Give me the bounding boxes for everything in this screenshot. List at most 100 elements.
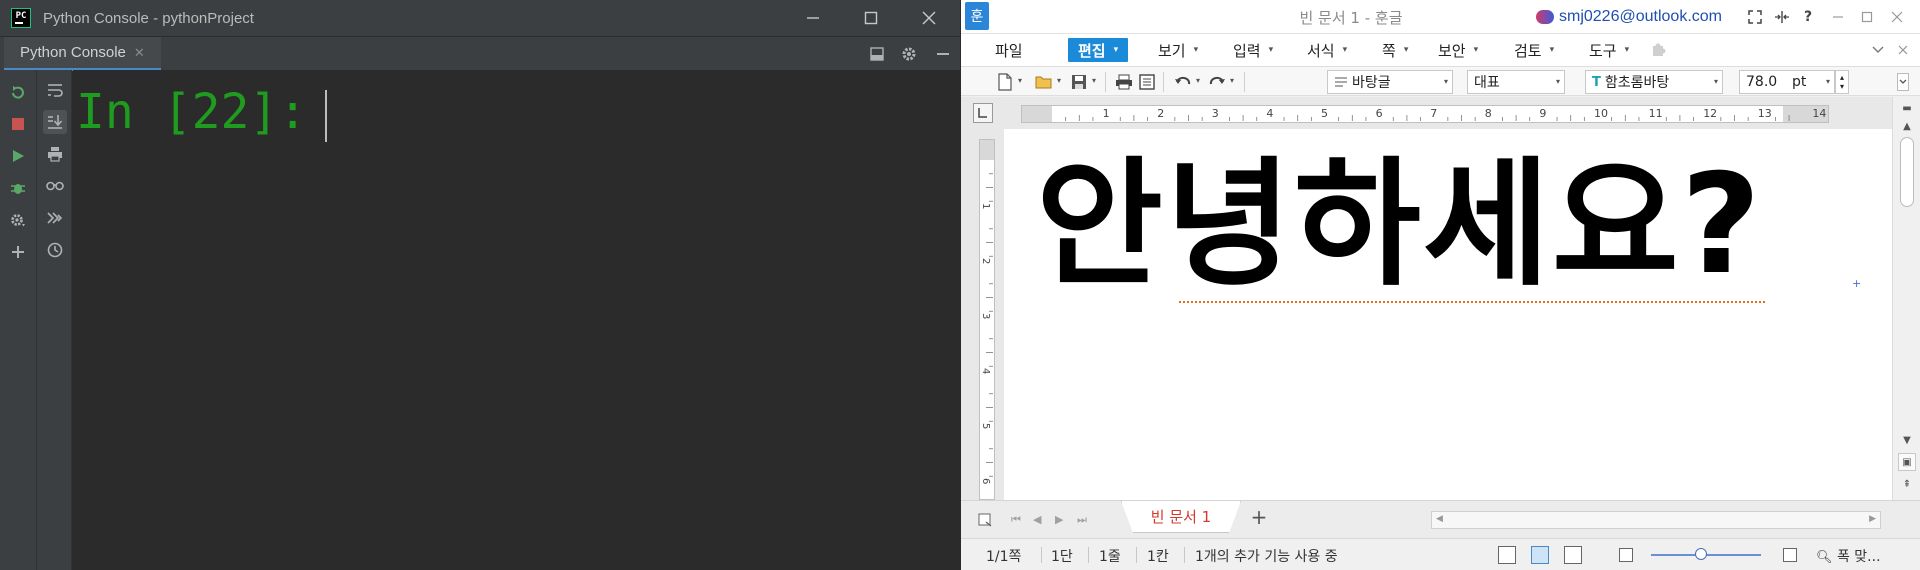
pycharm-logo-icon: PC — [11, 8, 31, 28]
chevron-down-icon[interactable] — [1868, 40, 1888, 60]
fit-width-view-icon[interactable] — [1531, 546, 1549, 564]
layout-icon[interactable] — [866, 43, 888, 65]
close-icon[interactable]: ✕ — [134, 45, 145, 61]
first-tab-icon[interactable]: ⏮ — [1011, 513, 1021, 527]
horizontal-ruler[interactable]: 123456789101112131415 — [1021, 105, 1829, 123]
menu-file[interactable]: 파일 — [985, 38, 1033, 62]
menu-insert[interactable]: 입력 ▾ — [1223, 38, 1283, 62]
split-view-icon[interactable] — [1773, 8, 1791, 26]
menu-security[interactable]: 보안 ▾ — [1428, 38, 1488, 62]
menu-tools[interactable]: 도구 ▾ — [1579, 38, 1639, 62]
vertical-scrollbar[interactable]: ▬ ▲ ▼ ▣ ⇞ — [1892, 97, 1920, 500]
menu-page[interactable]: 쪽 ▾ — [1372, 38, 1418, 62]
show-variables-icon[interactable] — [43, 174, 67, 198]
chevron-down-icon[interactable]: ▾ — [1018, 76, 1022, 85]
scroll-left-icon[interactable]: ◀ — [1436, 514, 1443, 524]
run-icon[interactable] — [6, 144, 30, 168]
hwp-window: 빈 문서 1 - 훈글 훈 smj0226@outlook.com ? 파일 편… — [961, 0, 1920, 570]
tab-document-1[interactable]: 빈 문서 1 — [1121, 501, 1241, 533]
close-button[interactable] — [1888, 8, 1906, 26]
add-icon[interactable] — [6, 240, 30, 264]
zoom-in-icon[interactable] — [1783, 548, 1797, 562]
add-tab-button[interactable]: + — [1239, 501, 1279, 533]
font-size-spinner[interactable]: ▴ ▾ — [1835, 70, 1849, 94]
font-size-value: 78.0 — [1746, 74, 1778, 90]
menu-edit[interactable]: 편집 ▾ — [1068, 38, 1129, 62]
zoom-slider-thumb[interactable] — [1694, 548, 1707, 560]
menu-review[interactable]: 검토 ▾ — [1504, 38, 1564, 62]
scroll-thumb[interactable] — [1900, 137, 1914, 207]
history-icon[interactable] — [43, 238, 67, 262]
normal-view-icon[interactable] — [1498, 546, 1516, 564]
save-icon[interactable] — [1069, 72, 1089, 92]
execute-commands-icon[interactable] — [43, 206, 67, 230]
font-size-input[interactable]: 78.0 pt ▾ — [1739, 70, 1835, 94]
menu-view[interactable]: 보기 ▾ — [1148, 38, 1208, 62]
ruler-number: 3 — [980, 313, 991, 319]
stop-icon[interactable] — [6, 112, 30, 136]
undo-icon[interactable] — [1173, 72, 1193, 92]
chevron-down-icon: ▾ — [1403, 45, 1409, 55]
fullscreen-icon[interactable] — [1746, 8, 1764, 26]
new-document-icon[interactable] — [995, 72, 1015, 92]
chevron-down-icon[interactable]: ▾ — [1230, 76, 1234, 85]
soft-wrap-icon[interactable] — [43, 78, 67, 102]
menu-label: 쪽 — [1382, 41, 1396, 60]
style-select[interactable]: 바탕글 ▾ — [1327, 70, 1453, 94]
hide-panel-icon[interactable] — [932, 43, 954, 65]
prev-tab-icon[interactable]: ◀ — [1033, 513, 1041, 526]
document-area[interactable]: 안녕하세요? + — [1004, 129, 1892, 500]
account-link[interactable]: smj0226@outlook.com — [1536, 5, 1722, 29]
ruler-number: 9 — [1539, 107, 1546, 120]
toolbar-separator — [1244, 72, 1245, 92]
bookmark-icon[interactable] — [975, 510, 995, 530]
maximize-button[interactable] — [848, 0, 894, 36]
prev-page-icon[interactable]: ⇞ — [1898, 475, 1916, 493]
debug-icon[interactable] — [6, 176, 30, 200]
chevron-down-icon[interactable] — [1893, 72, 1913, 92]
maximize-button[interactable] — [1858, 8, 1876, 26]
chevron-down-icon[interactable]: ▾ — [1092, 76, 1096, 85]
minimize-button[interactable] — [790, 0, 836, 36]
document-text[interactable]: 안녕하세요? — [1036, 149, 1763, 301]
language-select[interactable]: 대표 ▾ — [1467, 70, 1565, 94]
page-view-icon[interactable]: ▣ — [1898, 453, 1916, 471]
status-separator — [1088, 547, 1089, 563]
next-tab-icon[interactable]: ▶ — [1055, 513, 1063, 526]
close-button[interactable] — [906, 0, 952, 36]
scroll-right-icon[interactable]: ▶ — [1869, 514, 1876, 524]
chevron-down-icon[interactable]: ▾ — [1196, 76, 1200, 85]
chevron-down-icon[interactable]: ▾ — [1057, 76, 1061, 85]
scroll-up-icon[interactable]: ▲ — [1898, 117, 1916, 135]
open-folder-icon[interactable] — [1034, 72, 1054, 92]
scroll-down-icon[interactable]: ▼ — [1898, 431, 1916, 449]
full-page-view-icon[interactable] — [1564, 546, 1582, 564]
scroll-to-end-icon[interactable] — [43, 110, 67, 134]
zoom-out-icon[interactable] — [1619, 548, 1633, 562]
print-icon[interactable] — [1114, 72, 1134, 92]
zoom-fit-button[interactable]: 🔍︎ 폭 맞... — [1816, 546, 1881, 566]
style-value: 바탕글 — [1352, 75, 1391, 91]
settings-icon[interactable] — [6, 208, 30, 232]
gear-icon[interactable] — [898, 43, 920, 65]
tab-stop-icon[interactable] — [973, 103, 993, 123]
font-select[interactable]: T 함초롬바탕 ▾ — [1585, 70, 1723, 94]
console-output[interactable]: In [22]: — [73, 70, 960, 570]
redo-icon[interactable] — [1207, 72, 1227, 92]
split-handle-icon[interactable]: ▬ — [1898, 103, 1916, 114]
close-document-icon[interactable] — [1893, 40, 1913, 60]
horizontal-scrollbar[interactable]: ◀ ▶ — [1431, 511, 1881, 529]
document-page[interactable]: 안녕하세요? + — [1004, 129, 1892, 500]
last-tab-icon[interactable]: ⏭ — [1077, 513, 1087, 527]
menu-format[interactable]: 서식 ▾ — [1297, 38, 1357, 62]
tab-python-console[interactable]: Python Console ✕ — [4, 37, 161, 71]
minimize-button[interactable] — [1829, 8, 1847, 26]
vertical-ruler[interactable]: 1 2 3 4 5 6 — [979, 139, 995, 500]
ruler-number: 14 — [1812, 107, 1826, 120]
rerun-icon[interactable] — [6, 80, 30, 104]
menu-label: 검토 — [1514, 41, 1542, 60]
puzzle-icon[interactable] — [1649, 40, 1669, 60]
help-icon[interactable]: ? — [1799, 8, 1817, 26]
print-preview-icon[interactable] — [1137, 72, 1157, 92]
print-icon[interactable] — [43, 142, 67, 166]
